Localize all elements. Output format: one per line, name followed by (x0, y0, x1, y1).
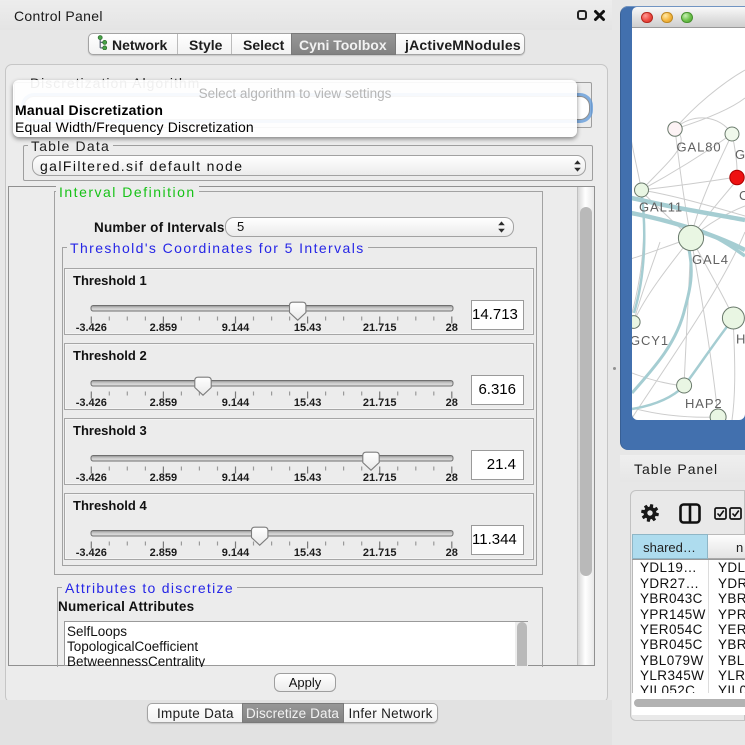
svg-text:9.144: 9.144 (222, 322, 250, 334)
svg-text:9.144: 9.144 (222, 472, 250, 484)
svg-text:15.43: 15.43 (294, 472, 322, 484)
svg-text:GAL11: GAL11 (639, 200, 683, 215)
svg-text:GAL80: GAL80 (677, 140, 722, 155)
svg-text:GAL4: GAL4 (692, 252, 729, 267)
svg-text:G.: G. (735, 147, 745, 162)
svg-text:21.715: 21.715 (363, 397, 397, 409)
svg-text:2.859: 2.859 (150, 322, 178, 334)
svg-text:21.715: 21.715 (363, 547, 397, 559)
svg-text:15.43: 15.43 (294, 322, 322, 334)
svg-text:21.715: 21.715 (363, 322, 397, 334)
svg-text:C: C (739, 188, 745, 203)
svg-text:9.144: 9.144 (222, 397, 250, 409)
svg-text:2.859: 2.859 (150, 397, 178, 409)
svg-text:-3.426: -3.426 (76, 547, 107, 559)
svg-text:-3.426: -3.426 (76, 397, 107, 409)
svg-text:HAP2: HAP2 (685, 396, 723, 411)
svg-text:H: H (736, 332, 745, 347)
svg-text:-3.426: -3.426 (76, 472, 107, 484)
svg-text:9.144: 9.144 (222, 547, 250, 559)
svg-text:28: 28 (446, 472, 458, 484)
svg-text:2.859: 2.859 (150, 547, 178, 559)
svg-text:15.43: 15.43 (294, 397, 322, 409)
svg-text:GCY1: GCY1 (632, 333, 669, 348)
svg-text:28: 28 (446, 397, 458, 409)
svg-text:-3.426: -3.426 (76, 322, 107, 334)
svg-text:21.715: 21.715 (363, 472, 397, 484)
svg-text:2.859: 2.859 (150, 472, 178, 484)
svg-text:15.43: 15.43 (294, 547, 322, 559)
svg-text:28: 28 (446, 547, 458, 559)
svg-text:28: 28 (446, 322, 458, 334)
